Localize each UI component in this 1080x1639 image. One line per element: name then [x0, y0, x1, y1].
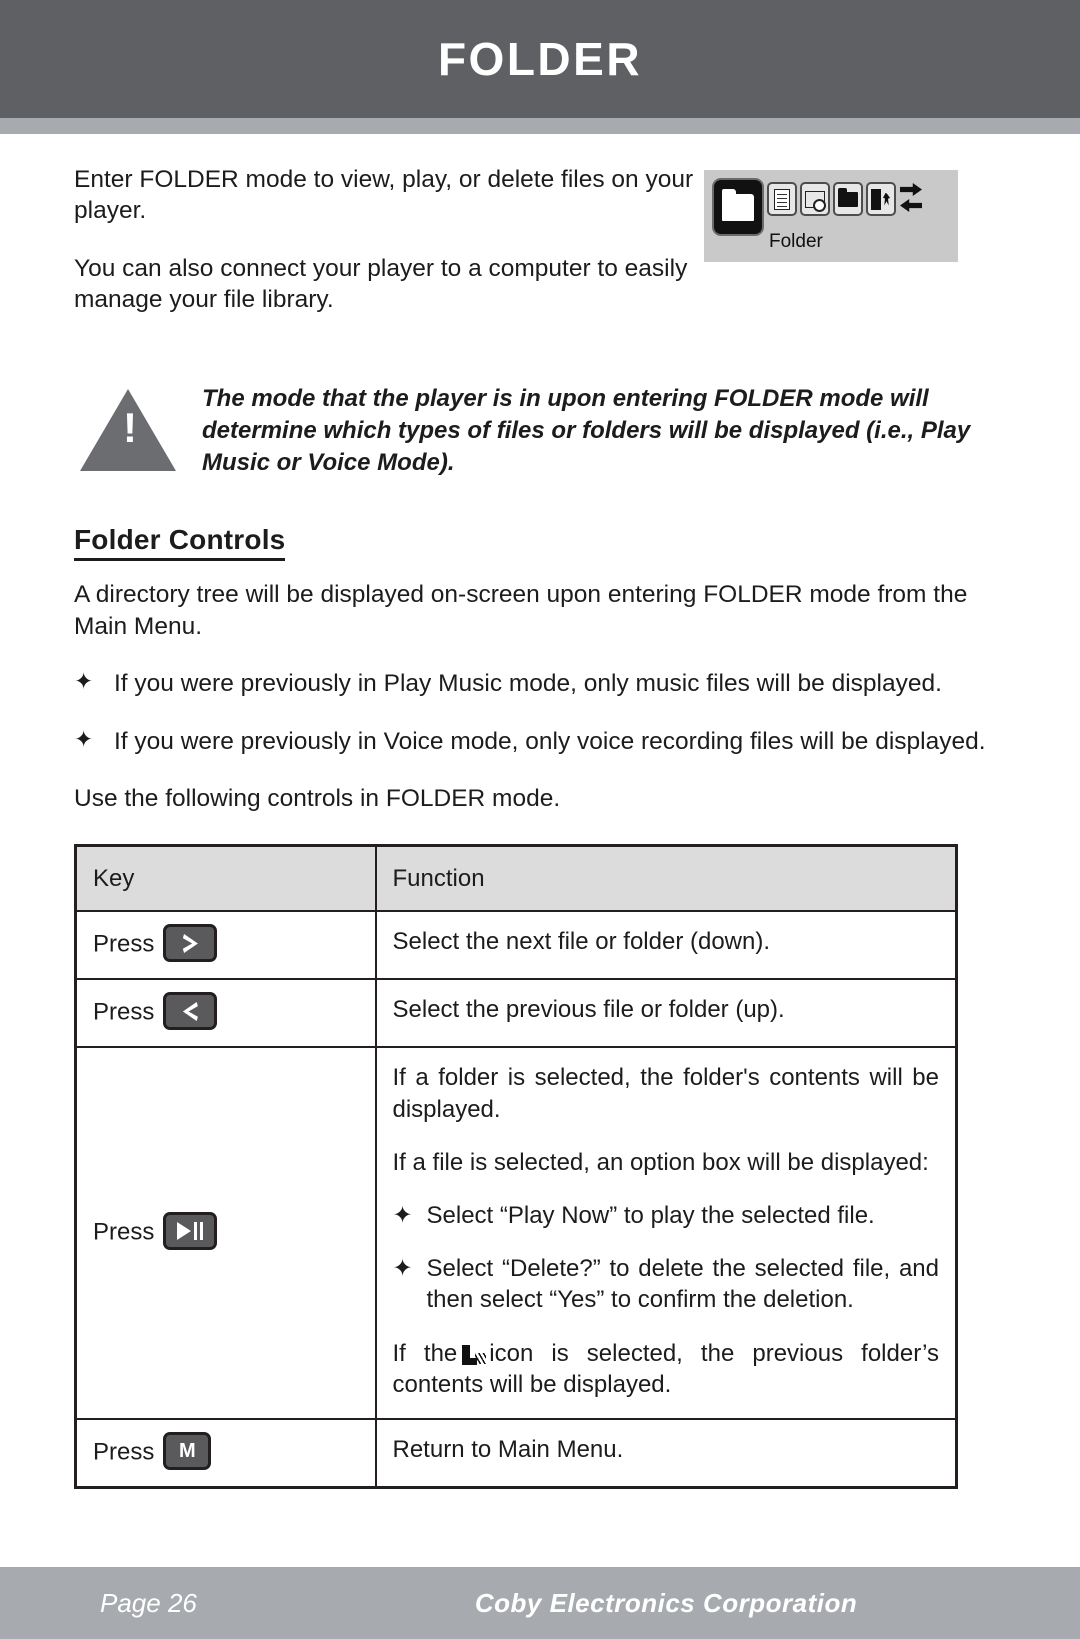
- section-intro-paragraph: A directory tree will be displayed on-sc…: [74, 581, 968, 640]
- warning-triangle-icon: !: [80, 389, 176, 472]
- arrow-right-icon: [900, 183, 922, 196]
- folder-solid-icon: [833, 182, 863, 216]
- menu-m-button[interactable]: M: [163, 1431, 212, 1470]
- function-text: Select the previous file or folder (up).: [392, 996, 785, 1024]
- intro-section: Enter FOLDER mode to view, play, or dele…: [74, 164, 1006, 341]
- function-text: Select the next file or folder (down).: [392, 928, 771, 956]
- intro-paragraph-1: Enter FOLDER mode to view, play, or dele…: [74, 166, 694, 225]
- key-cell: Press M: [74, 1417, 377, 1489]
- bullet-text: If you were previously in Voice mode, on…: [114, 727, 986, 755]
- key-cell: Press: [74, 1046, 377, 1420]
- up-folder-instruction: If the icon is selected, the previous fol…: [393, 1338, 940, 1400]
- document-list-icon: [767, 182, 797, 216]
- key-cell: Press: [74, 910, 377, 981]
- key-cell: Press: [74, 978, 377, 1049]
- table-row: Press Select the next file or folder (do…: [74, 910, 958, 981]
- device-screenshot-label: Folder: [769, 231, 823, 252]
- section-heading-folder-controls: Folder Controls: [74, 524, 286, 562]
- function-text: If a file is selected, an option box wil…: [392, 1148, 929, 1176]
- function-cell: If a folder is selected, the folder's co…: [374, 1046, 958, 1420]
- press-label: Press: [93, 930, 155, 958]
- page-header: FOLDER: [0, 0, 1080, 118]
- function-text: Return to Main Menu.: [392, 1435, 624, 1463]
- star-bullet-icon: ✦: [74, 725, 94, 752]
- page-title: FOLDER: [437, 33, 643, 85]
- column-header-function: Function: [374, 844, 958, 913]
- page-content: Enter FOLDER mode to view, play, or dele…: [0, 164, 1080, 1489]
- folder-large-selected-icon: [712, 178, 764, 236]
- press-label: Press: [93, 1438, 155, 1466]
- function-cell: Select the next file or folder (down).: [374, 910, 958, 981]
- previous-chevron-left-button[interactable]: [163, 992, 218, 1031]
- function-text: If a folder is selected, the folder's co…: [392, 1064, 940, 1123]
- play-pause-icon: [177, 1222, 204, 1241]
- page-footer: Page 26 Coby Electronics Corporation: [0, 1567, 1080, 1639]
- device-arrows: [900, 183, 922, 212]
- star-bullet-icon: ✦: [392, 1255, 413, 1283]
- exit-person-icon: [866, 182, 896, 216]
- bullet-text: If you were previously in Play Music mod…: [114, 670, 942, 698]
- bullet-text: Select “Play Now” to play the selected f…: [426, 1202, 875, 1229]
- table-row: Press M Return to Main Menu.: [74, 1417, 958, 1489]
- footer-company-name: Coby Electronics Corporation: [474, 1587, 858, 1618]
- menu-m-label: M: [179, 1439, 196, 1462]
- table-row: Press Select the previous file or folder…: [74, 978, 958, 1049]
- bullet-text: Select “Delete?” to delete the selected …: [426, 1255, 940, 1314]
- device-menu-screenshot: Folder: [704, 170, 958, 262]
- arrow-left-icon: [900, 199, 922, 212]
- column-header-key: Key: [74, 844, 377, 913]
- mode-bullet-list: ✦ If you were previously in Play Music m…: [74, 668, 1006, 757]
- note-callout: ! The mode that the player is in upon en…: [74, 383, 1006, 478]
- chevron-left-icon: [182, 1001, 198, 1021]
- function-cell: Return to Main Menu.: [374, 1417, 958, 1489]
- star-bullet-icon: ✦: [392, 1202, 413, 1229]
- footer-page-number: Page 26: [100, 1587, 197, 1618]
- list-item: ✦ Select “Play Now” to play the selected…: [393, 1200, 940, 1231]
- press-label: Press: [93, 998, 155, 1026]
- intro-paragraph-2: You can also connect your player to a co…: [74, 254, 688, 314]
- section-closing-paragraph: Use the following controls in FOLDER mod…: [74, 784, 561, 812]
- warning-exclamation: !: [123, 404, 137, 452]
- intro-text-block: Enter FOLDER mode to view, play, or dele…: [74, 164, 694, 341]
- list-item: ✦ Select “Delete?” to delete the selecte…: [393, 1253, 940, 1315]
- table-row: Press If a folder is selected, the folde…: [74, 1046, 958, 1420]
- next-chevron-right-button[interactable]: [163, 924, 218, 963]
- up-folder-text-before: If the: [392, 1339, 458, 1367]
- option-bullet-list: ✦ Select “Play Now” to play the selected…: [393, 1200, 940, 1316]
- chevron-right-icon: [182, 933, 198, 953]
- list-item: ✦ If you were previously in Play Music m…: [74, 668, 1006, 699]
- star-bullet-icon: ✦: [74, 668, 94, 695]
- table-header-row: Key Function: [74, 844, 958, 913]
- note-text: The mode that the player is in upon ente…: [202, 385, 971, 476]
- folder-browse-icon: [800, 182, 830, 216]
- device-icon-row: [712, 178, 958, 236]
- up-folder-icon: [460, 1344, 487, 1365]
- play-pause-button[interactable]: [163, 1212, 218, 1251]
- list-item: ✦ If you were previously in Voice mode, …: [74, 726, 1006, 757]
- header-accent-bar: [0, 118, 1080, 134]
- function-cell: Select the previous file or folder (up).: [374, 978, 958, 1049]
- folder-controls-table: Key Function Press Select the next file …: [74, 844, 958, 1489]
- press-label: Press: [93, 1218, 155, 1246]
